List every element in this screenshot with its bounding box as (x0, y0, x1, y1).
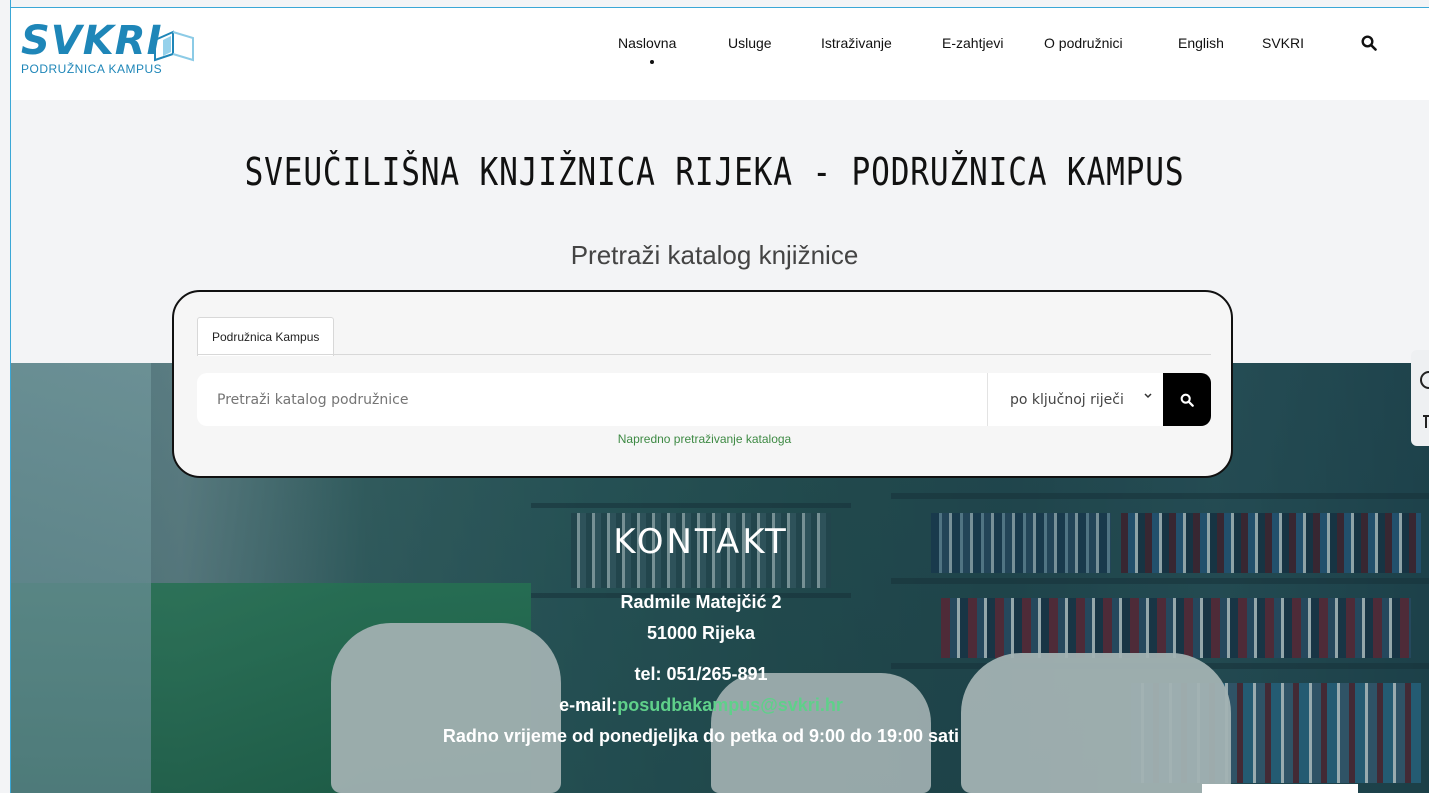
catalog-search-input[interactable] (197, 373, 987, 426)
text-size-icon[interactable] (1411, 408, 1429, 438)
nav-item-e-zahtjevi[interactable]: E-zahtjevi (942, 35, 1044, 55)
main-nav: Naslovna Usluge Istraživanje E-zahtjevi … (618, 35, 1322, 64)
page: SVKRI PODRUŽNICA KAMPUS Naslovna Usluge … (0, 0, 1429, 793)
nav-item-o-podruznici[interactable]: O podružnici (1044, 35, 1178, 55)
contact-email-row: e-mail:posudbakampus@svkri.hr (0, 695, 1402, 716)
contact-title: KONTAKT (613, 522, 789, 562)
contact-address-line1: Radmile Matejčić 2 (620, 592, 782, 612)
nav-item-english[interactable]: English (1178, 35, 1262, 55)
contact-email-link[interactable]: posudbakampus@svkri.hr (617, 695, 843, 715)
book-icon (154, 30, 194, 62)
top-rule (10, 7, 1429, 8)
circle-icon[interactable] (1411, 358, 1429, 398)
logo[interactable]: SVKRI PODRUŽNICA KAMPUS (21, 18, 221, 78)
contact-email-label: e-mail: (559, 695, 618, 715)
nav-label: Naslovna (618, 35, 677, 51)
nav-label: Istraživanje (821, 35, 892, 51)
contact-phone: tel: 051/265-891 (634, 664, 768, 684)
site-header: SVKRI PODRUŽNICA KAMPUS Naslovna Usluge … (11, 8, 1429, 100)
left-rule (10, 0, 11, 793)
chevron-down-icon (1144, 393, 1152, 399)
nav-label: O podružnici (1044, 35, 1123, 51)
nav-label: Usluge (728, 35, 772, 51)
tab-podruznica-kampus[interactable]: Podružnica Kampus (197, 317, 335, 356)
catalog-search-button[interactable] (1163, 373, 1211, 426)
page-subtitle: Pretraži katalog knjižnice (570, 240, 859, 270)
overlay-widget[interactable] (1202, 784, 1358, 793)
logo-subtitle: PODRUŽNICA KAMPUS (21, 62, 163, 76)
nav-label: E-zahtjevi (942, 35, 1004, 51)
tab-divider (197, 354, 1211, 355)
nav-label: SVKRI (1262, 35, 1305, 51)
accessibility-toolbar[interactable] (1411, 350, 1429, 446)
nav-item-svkri[interactable]: SVKRI (1262, 35, 1322, 55)
contact-address-line2: 51000 Rijeka (646, 623, 756, 643)
search-type-select[interactable]: po ključnoj riječi (987, 373, 1163, 426)
search-icon (1180, 393, 1194, 407)
logo-word: SVKRI (21, 18, 163, 64)
contact-section: KONTAKT Radmile Matejčić 2 51000 Rijeka … (0, 522, 1402, 747)
page-title: SVEUČILIŠNA KNJIŽNICA RIJEKA - PODRUŽNIC… (244, 150, 1185, 194)
search-icon[interactable] (1361, 35, 1377, 51)
nav-item-istrazivanje[interactable]: Istraživanje (821, 35, 942, 55)
nav-item-naslovna[interactable]: Naslovna (618, 35, 728, 64)
nav-item-usluge[interactable]: Usluge (728, 35, 821, 55)
search-type-value: po ključnoj riječi (1010, 391, 1124, 408)
contact-hours: Radno vrijeme od ponedjeljka do petka od… (442, 726, 960, 746)
nav-label: English (1178, 35, 1224, 51)
advanced-search-link[interactable]: Napredno pretraživanje kataloga (174, 432, 1235, 446)
active-indicator (650, 60, 654, 64)
catalog-search-card: Podružnica Kampus po ključnoj riječi Nap… (172, 290, 1233, 478)
